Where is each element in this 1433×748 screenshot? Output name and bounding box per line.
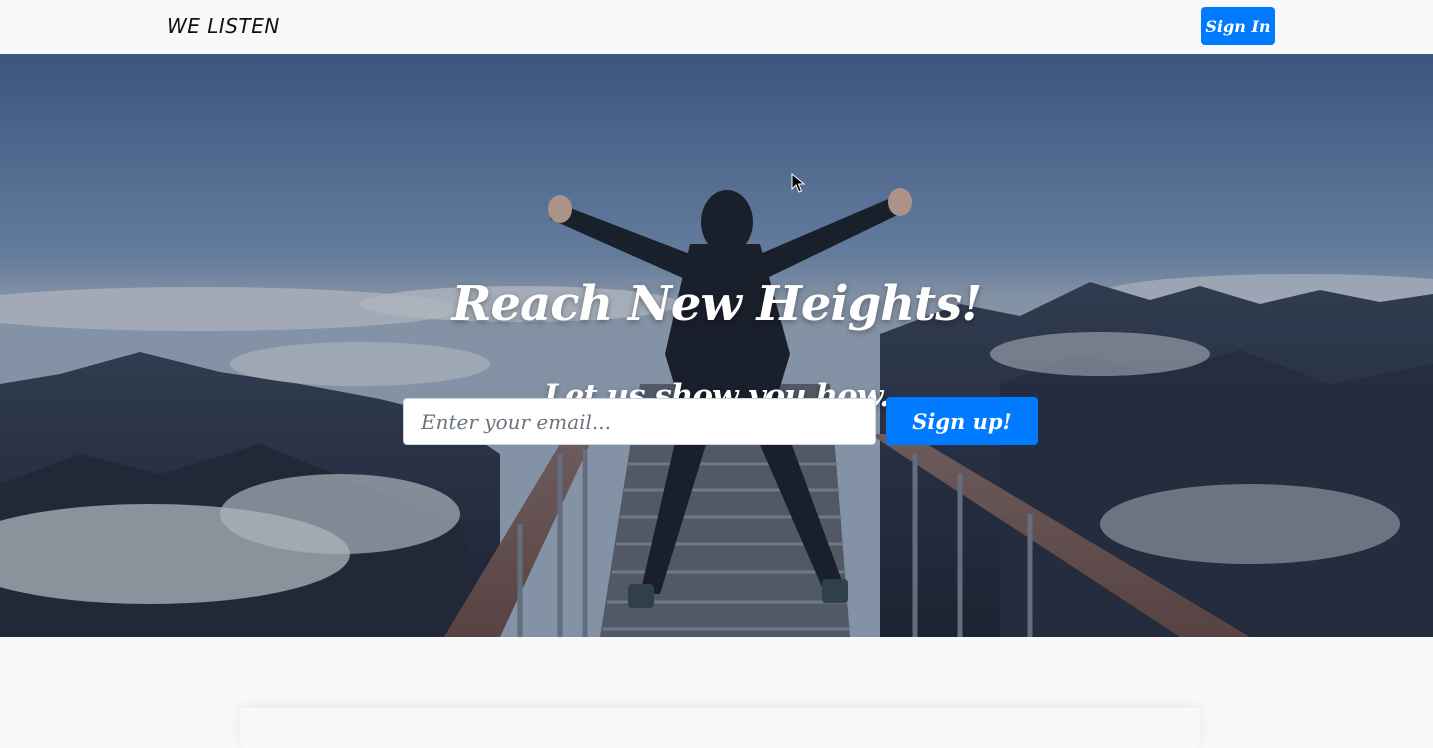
sign-in-button[interactable]: Sign In	[1201, 7, 1275, 45]
sign-up-button[interactable]: Sign up!	[886, 397, 1038, 445]
email-input[interactable]	[403, 398, 876, 445]
hero-section: Reach New Heights! Let us show you how. …	[0, 54, 1433, 637]
hero-title: Reach New Heights!	[451, 276, 983, 333]
content-card	[240, 708, 1200, 748]
hero-overlay	[0, 54, 1433, 637]
mouse-cursor-icon	[791, 173, 805, 193]
brand-logo[interactable]: WE LISTEN	[167, 13, 280, 39]
top-navbar: WE LISTEN Sign In	[0, 0, 1433, 54]
